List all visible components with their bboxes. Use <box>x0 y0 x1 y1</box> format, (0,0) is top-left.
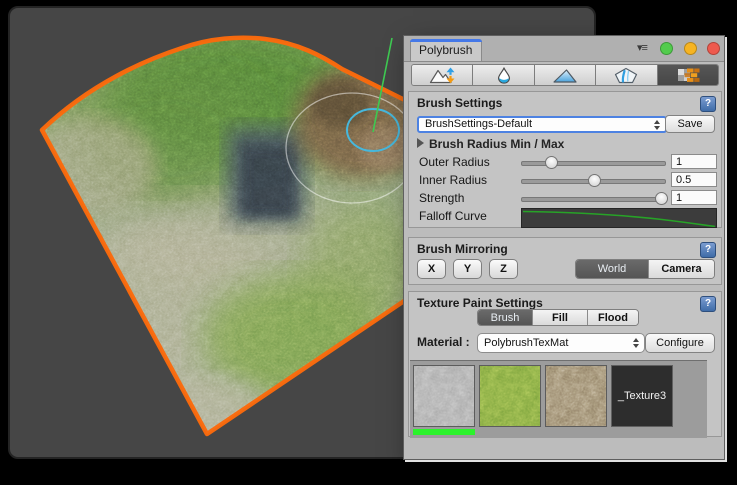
brush-mirroring-title: Brush Mirroring <box>417 242 508 256</box>
material-label: Material : <box>417 335 470 349</box>
traffic-light-yellow[interactable] <box>684 42 697 55</box>
help-icon[interactable]: ? <box>700 296 716 312</box>
selected-texture-indicator <box>413 429 475 435</box>
outer-radius-row: Outer Radius 1 <box>409 154 721 170</box>
texture-tile-grass[interactable] <box>479 365 541 427</box>
slider-thumb[interactable] <box>588 174 601 187</box>
configure-button[interactable]: Configure <box>645 333 715 353</box>
inner-radius-slider[interactable] <box>521 179 666 184</box>
material-dropdown[interactable]: PolybrushTexMat <box>477 333 645 353</box>
brush-radius-foldout[interactable]: Brush Radius Min / Max <box>417 137 564 151</box>
slider-thumb[interactable] <box>655 192 668 205</box>
mirror-space-toggle: World Camera <box>575 259 715 279</box>
mode-flood-tab[interactable]: Flood <box>588 310 638 325</box>
strength-row: Strength 1 <box>409 190 721 206</box>
dropdown-stepper-icon <box>632 337 640 349</box>
mirror-x-button[interactable]: X <box>417 259 446 279</box>
paint-mode-tabs: Brush Fill Flood <box>477 309 639 326</box>
save-button[interactable]: Save <box>665 115 715 133</box>
tool-sculpt-raise-lower[interactable] <box>412 65 473 85</box>
tab-polybrush[interactable]: Polybrush <box>410 39 482 61</box>
traffic-light-red[interactable] <box>707 42 720 55</box>
texture-tile-dirt[interactable] <box>545 365 607 427</box>
prism-brush-icon <box>613 67 639 84</box>
texture-tile-texture3[interactable]: _Texture3 <box>611 365 673 427</box>
inner-radius-row: Inner Radius 0.5 <box>409 172 721 188</box>
strength-slider[interactable] <box>521 197 666 202</box>
brush-mirroring-section: Brush Mirroring ? X Y Z World Camera <box>408 237 722 285</box>
texture-bricks-icon <box>675 67 701 84</box>
tab-accent-stripe <box>410 39 482 42</box>
tool-texture-paint[interactable] <box>658 65 718 85</box>
texture-paint-title: Texture Paint Settings <box>417 296 543 310</box>
space-world-option[interactable]: World <box>576 260 649 278</box>
tool-vertex-color[interactable] <box>596 65 657 85</box>
texture-palette-well: _Texture3 <box>410 360 707 438</box>
brush-preset-dropdown[interactable]: BrushSettings-Default <box>417 116 667 133</box>
help-icon[interactable]: ? <box>700 242 716 258</box>
traffic-light-green[interactable] <box>660 42 673 55</box>
tool-ramp[interactable] <box>535 65 596 85</box>
strength-value[interactable]: 1 <box>671 190 717 205</box>
mode-toolbar <box>411 64 719 86</box>
outer-radius-value[interactable]: 1 <box>671 154 717 169</box>
slider-thumb[interactable] <box>545 156 558 169</box>
foldout-arrow-icon <box>417 138 424 148</box>
brush-settings-title: Brush Settings <box>417 96 502 110</box>
tool-smooth[interactable] <box>473 65 534 85</box>
mirror-y-button[interactable]: Y <box>453 259 482 279</box>
space-camera-option[interactable]: Camera <box>649 260 714 278</box>
brush-settings-section: Brush Settings ? BrushSettings-Default S… <box>408 91 722 228</box>
inner-radius-value[interactable]: 0.5 <box>671 172 717 187</box>
pane-menu-icon[interactable]: ▾≡ <box>632 41 652 55</box>
polybrush-window: Polybrush ▾≡ <box>403 35 725 460</box>
mountain-raise-lower-icon <box>429 67 456 84</box>
window-title: Polybrush <box>419 43 472 57</box>
falloff-curve <box>522 209 716 227</box>
falloff-curve-field[interactable] <box>521 208 717 228</box>
help-icon[interactable]: ? <box>700 96 716 112</box>
outer-radius-slider[interactable] <box>521 161 666 166</box>
falloff-row: Falloff Curve <box>409 208 721 224</box>
mirror-z-button[interactable]: Z <box>489 259 518 279</box>
texture-tile-concrete[interactable] <box>413 365 475 427</box>
texture-paint-section: Texture Paint Settings ? Brush Fill Floo… <box>408 291 722 437</box>
dropdown-stepper-icon <box>653 119 661 131</box>
page: Polybrush ▾≡ <box>0 0 737 485</box>
mode-brush-tab[interactable]: Brush <box>478 310 533 325</box>
ramp-triangle-icon <box>552 67 578 84</box>
window-titlebar[interactable]: Polybrush ▾≡ <box>404 36 724 62</box>
mode-fill-tab[interactable]: Fill <box>533 310 588 325</box>
water-drop-icon <box>491 67 517 84</box>
